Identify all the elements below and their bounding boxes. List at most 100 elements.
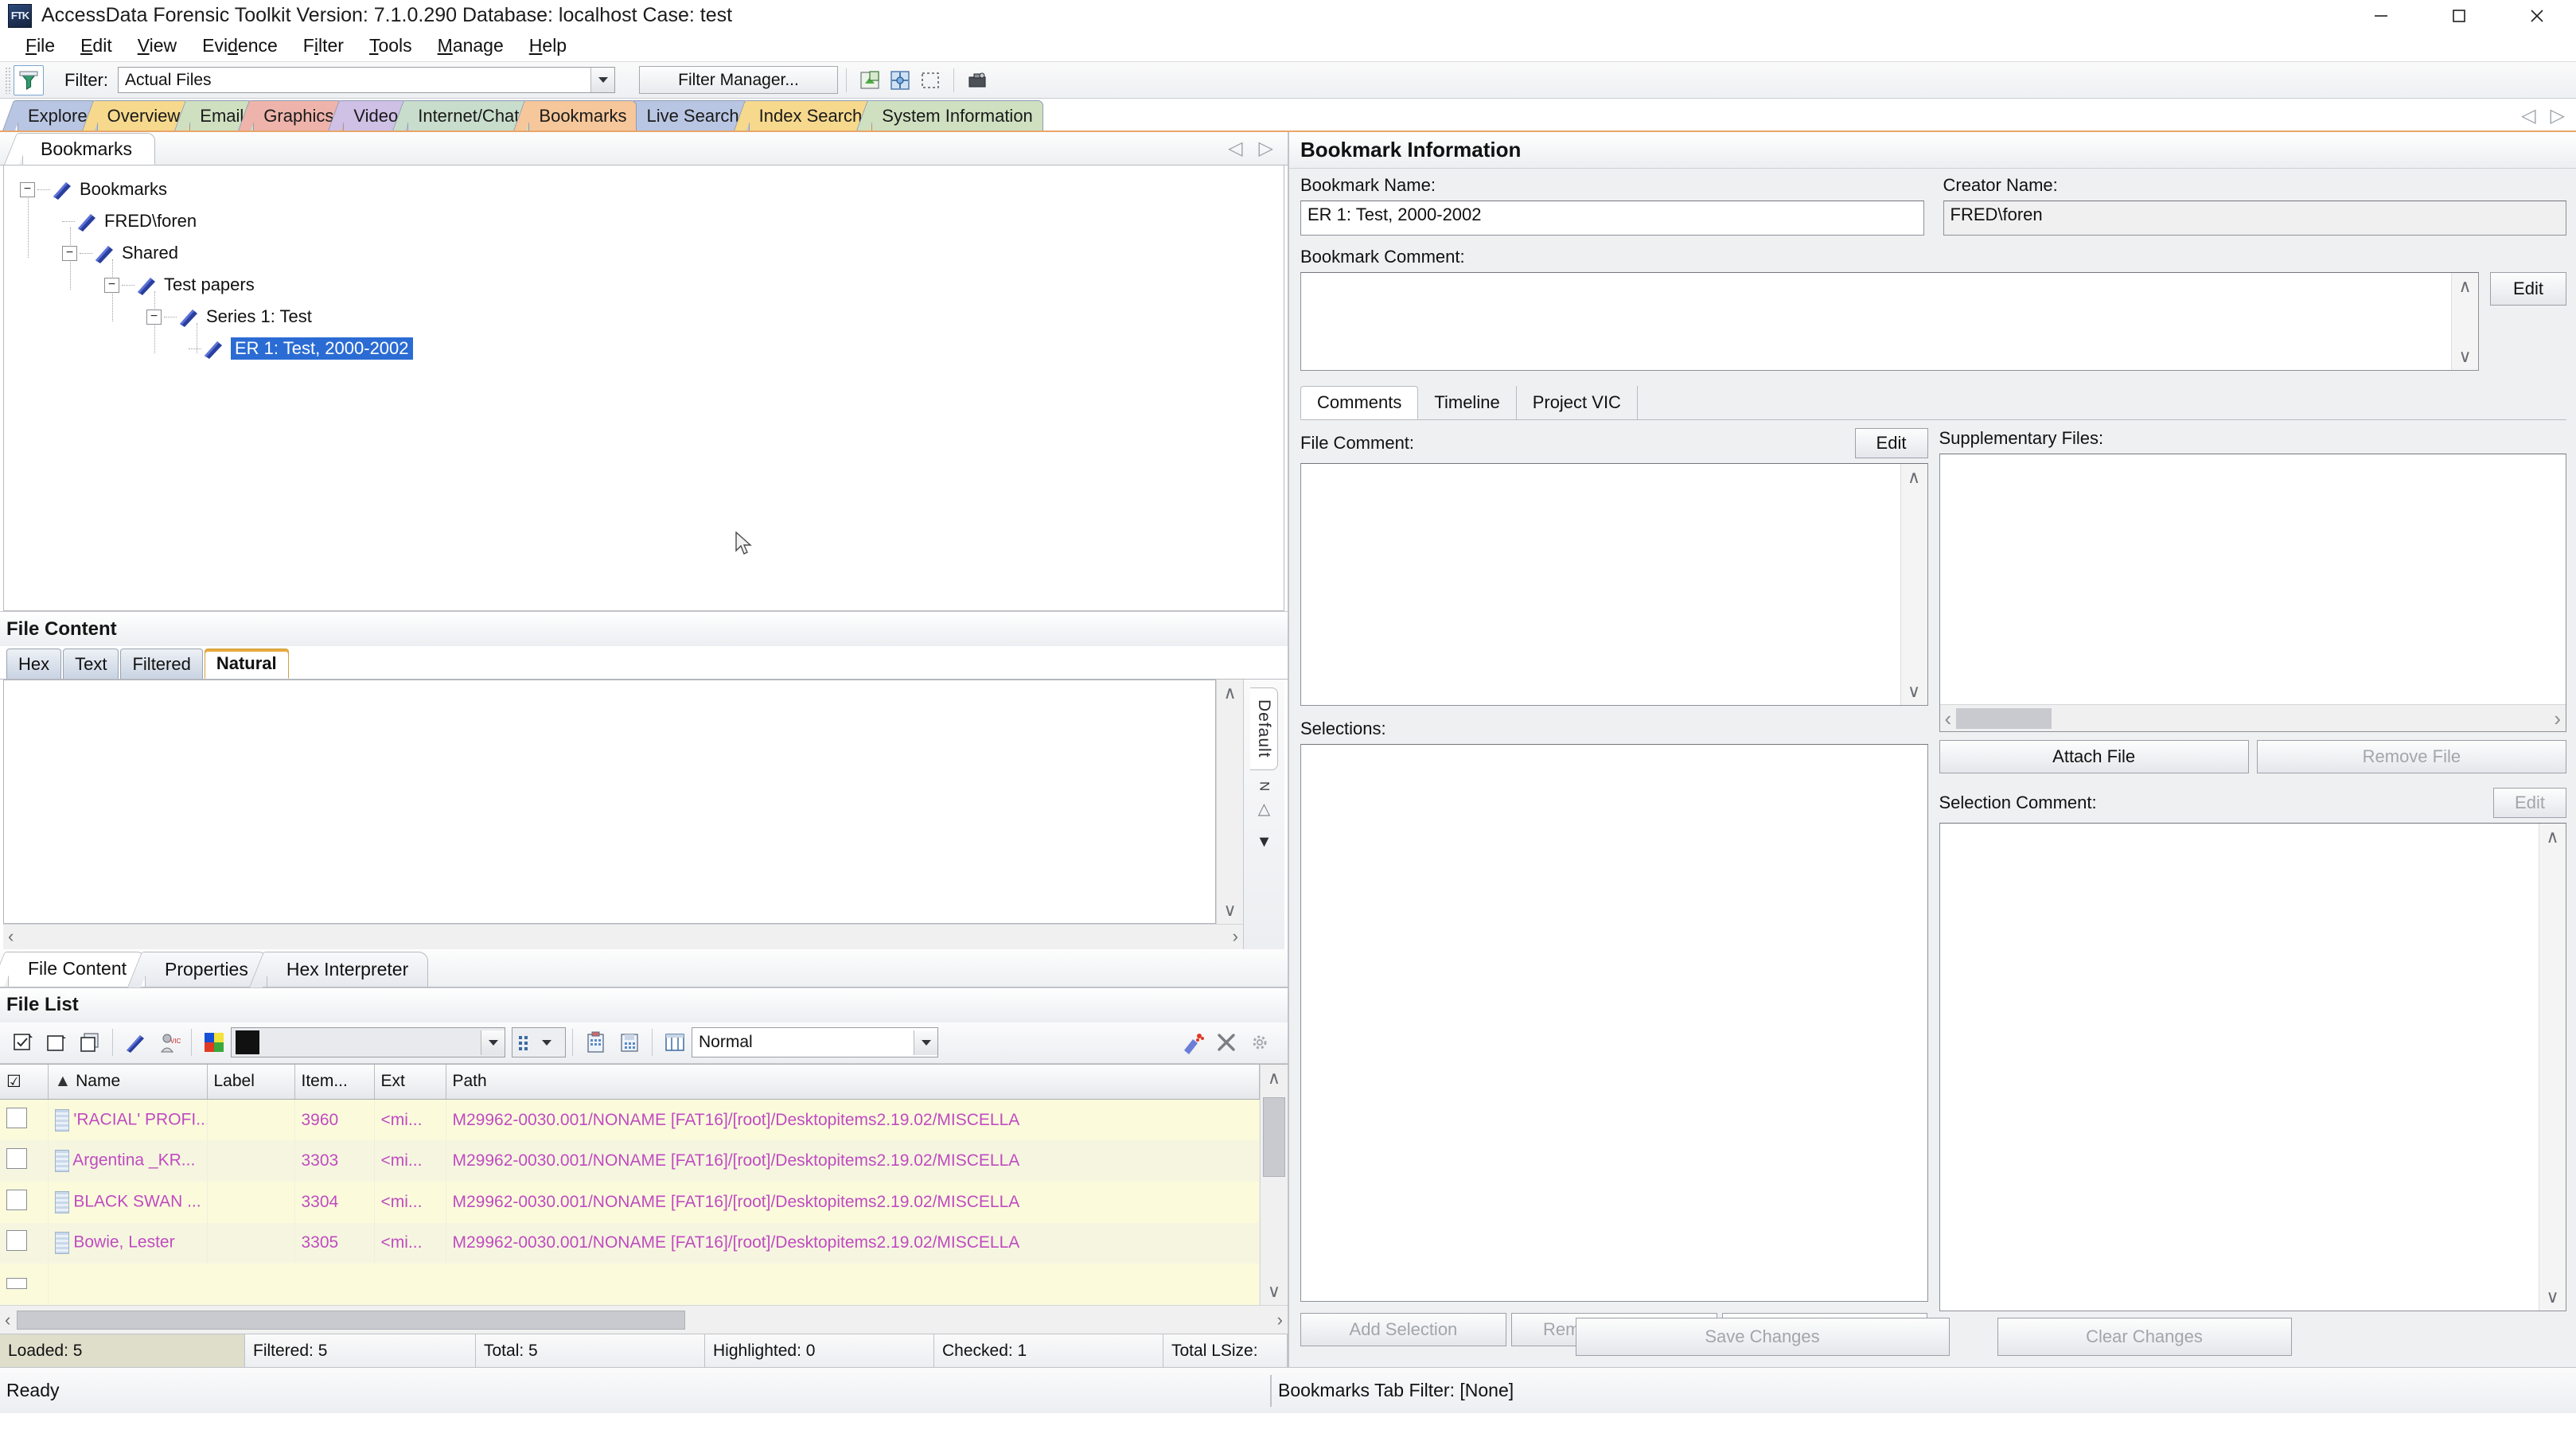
chevron-down-icon[interactable] [590, 68, 614, 92]
tree-expander-icon[interactable]: − [104, 277, 119, 293]
label-color-combo[interactable] [231, 1027, 505, 1057]
menu-filter[interactable]: Filter [290, 33, 357, 58]
tree-node-test-papers[interactable]: − Test papers [4, 269, 1284, 301]
tab-scroll-right-icon[interactable]: ▷ [2551, 107, 2565, 126]
uncheck-all-icon[interactable] [40, 1026, 73, 1059]
pane-tab-bookmarks[interactable]: Bookmarks [22, 133, 156, 165]
tree-expander-icon[interactable]: − [20, 181, 35, 197]
table-row[interactable]: Argentina _KR... 3303 <mi... M29962-0030… [0, 1140, 1260, 1182]
btab-file-content[interactable]: File Content [8, 951, 147, 987]
side-scroll-down-icon[interactable]: ▼ [1257, 833, 1272, 851]
vscroll-thumb[interactable] [1262, 1096, 1285, 1177]
chevron-down-icon[interactable] [481, 1030, 505, 1055]
file-list-table[interactable]: ☑ ▲ Name Label Item... Ext Path 'RACIAL'… [0, 1064, 1260, 1305]
scroll-down-icon[interactable]: ∨ [2546, 1288, 2558, 1306]
menu-file[interactable]: File [13, 33, 68, 58]
file-comment-textarea[interactable]: ∧ ∨ [1300, 463, 1928, 706]
chevron-down-icon[interactable] [914, 1030, 937, 1055]
row-checkbox-cell[interactable] [0, 1222, 49, 1264]
tree-node-er-1[interactable]: ER 1: Test, 2000-2002 [4, 333, 1284, 364]
tree-node-fred-foren[interactable]: FRED\foren [4, 205, 1284, 237]
scroll-down-icon[interactable]: ∨ [1223, 901, 1236, 919]
dashed-select-icon[interactable] [915, 65, 945, 95]
btab-properties[interactable]: Properties [145, 951, 268, 987]
tab-filtered[interactable]: Filtered [120, 648, 203, 679]
row-checkbox-cell[interactable] [0, 1181, 49, 1223]
tab-system-information[interactable]: System Information [871, 100, 1043, 130]
file-comment-edit-button[interactable]: Edit [1854, 428, 1928, 458]
selection-comment-scrollbar[interactable]: ∧ ∨ [2539, 824, 2566, 1311]
supplementary-files-hscrollbar[interactable]: ‹ › [1939, 704, 2566, 731]
bookmarks-tree[interactable]: − Bookmarks FRED\foren − Shared − Test p… [3, 166, 1284, 611]
row-checkbox[interactable] [6, 1230, 27, 1252]
side-tab-n[interactable]: N [1257, 781, 1272, 791]
row-checkbox-cell[interactable] [0, 1140, 49, 1182]
scroll-right-icon[interactable]: › [1233, 928, 1238, 945]
scroll-left-icon[interactable]: ‹ [1945, 708, 1952, 729]
col-item[interactable]: Item... [294, 1064, 375, 1100]
tree-node-shared[interactable]: − Shared [4, 237, 1284, 269]
scroll-up-icon[interactable]: ∧ [1223, 684, 1236, 702]
file-content-viewer[interactable] [3, 680, 1216, 924]
hscroll-thumb[interactable] [17, 1310, 686, 1330]
file-list-vscrollbar[interactable]: ∧ ∨ [1259, 1064, 1288, 1305]
row-checkbox[interactable] [6, 1278, 27, 1290]
scroll-left-icon[interactable]: ‹ [5, 1311, 10, 1329]
scroll-down-icon[interactable]: ∨ [2458, 348, 2471, 365]
grid-view-combo[interactable] [512, 1027, 566, 1057]
check-group-icon[interactable] [73, 1026, 107, 1059]
menu-edit[interactable]: Edit [68, 33, 125, 58]
scroll-up-icon[interactable]: ∧ [2458, 278, 2471, 295]
tab-bookmarks[interactable]: Bookmarks [528, 100, 637, 130]
tab-index-search[interactable]: Index Search [748, 100, 873, 130]
tree-expander-icon[interactable]: − [62, 245, 77, 261]
table-row[interactable]: 'RACIAL' PROFI... 3960 <mi... M29962-003… [0, 1099, 1260, 1141]
subtab-timeline[interactable]: Timeline [1418, 386, 1517, 419]
attach-file-button[interactable]: Attach File [1939, 740, 2249, 773]
menu-manage[interactable]: Manage [425, 33, 516, 58]
row-checkbox[interactable] [6, 1148, 27, 1170]
minimize-button[interactable] [2342, 0, 2420, 31]
tab-text[interactable]: Text [63, 648, 119, 679]
bookmark-comment-edit-button[interactable]: Edit [2490, 272, 2566, 306]
col-label[interactable]: Label [207, 1064, 295, 1100]
scroll-down-icon[interactable]: ∨ [1908, 683, 1920, 700]
filter-combo[interactable]: Actual Files [118, 67, 615, 93]
subtab-project-vic[interactable]: Project VIC [1517, 386, 1638, 419]
close-button[interactable] [2498, 0, 2576, 31]
bookmark-comment-scrollbar[interactable]: ∧ ∨ [2451, 273, 2478, 370]
bookmark-name-input[interactable]: ER 1: Test, 2000-2002 [1300, 201, 1924, 236]
tree-node-series-1-test[interactable]: − Series 1: Test [4, 301, 1284, 333]
side-tab-default[interactable]: Default [1250, 687, 1278, 770]
selection-comment-textarea[interactable]: ∧ ∨ [1939, 823, 2566, 1311]
selection-comment-edit-button[interactable]: Edit [2493, 788, 2566, 818]
file-list-hscrollbar[interactable]: ‹ › [0, 1305, 1288, 1334]
chevron-down-icon[interactable] [536, 1030, 557, 1055]
btab-hex-interpreter[interactable]: Hex Interpreter [266, 951, 429, 987]
funnel-icon[interactable] [14, 64, 44, 95]
color-palette-icon[interactable] [197, 1026, 231, 1059]
save-changes-button[interactable]: Save Changes [1575, 1318, 1950, 1356]
menu-view[interactable]: View [125, 33, 189, 58]
side-scroll-up-icon[interactable]: △ [1258, 799, 1270, 819]
scroll-left-icon[interactable]: ‹ [8, 928, 14, 945]
tree-node-bookmarks[interactable]: − Bookmarks [4, 173, 1284, 205]
supplementary-files-list[interactable]: ‹ › [1939, 454, 2566, 732]
menu-help[interactable]: Help [516, 33, 579, 58]
table-row-partial[interactable] [0, 1264, 1260, 1305]
spray-paint-icon[interactable] [1176, 1026, 1210, 1059]
copy-clipboard-icon[interactable] [579, 1026, 613, 1059]
clear-changes-button[interactable]: Clear Changes [1997, 1318, 2292, 1356]
tab-live-search[interactable]: Live Search [636, 100, 750, 130]
tab-scroll-left-icon[interactable]: ◁ [2521, 107, 2535, 126]
file-content-hscrollbar[interactable]: ‹ › [3, 923, 1243, 949]
tree-expander-icon[interactable]: − [146, 309, 162, 325]
remove-file-button[interactable]: Remove File [2256, 740, 2566, 773]
gear-icon[interactable] [1243, 1026, 1276, 1059]
table-row[interactable]: Bowie, Lester 3305 <mi... M29962-0030.00… [0, 1222, 1260, 1264]
row-checkbox-cell[interactable] [0, 1264, 49, 1305]
case-tool-icon[interactable] [962, 65, 992, 95]
scroll-up-icon[interactable]: ∧ [2546, 828, 2558, 846]
file-content-vscrollbar[interactable]: ∧ ∨ [1216, 680, 1243, 924]
col-ext[interactable]: Ext [374, 1064, 446, 1100]
